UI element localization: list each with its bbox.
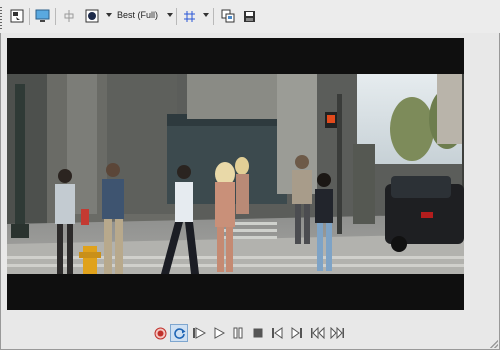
toolbar-grip[interactable]: [0, 7, 2, 31]
resize-grip[interactable]: [490, 340, 498, 348]
grid-overlay-button[interactable]: [181, 8, 197, 24]
overlay-channel-icon: [85, 9, 99, 23]
fast-forward-icon: [330, 327, 344, 339]
rewind-button[interactable]: [308, 324, 326, 342]
save-snapshot-button[interactable]: [241, 8, 257, 24]
previous-frame-icon: [272, 327, 283, 339]
record-icon: [154, 327, 166, 339]
toolbar-separator: [55, 8, 56, 25]
transport-controls: [0, 322, 500, 344]
split-screen-button[interactable]: [61, 8, 77, 24]
video-frame-image: [7, 74, 464, 274]
split-screen-icon: [64, 10, 74, 22]
preview-quality-select[interactable]: Best (Full): [117, 10, 158, 20]
toolbar-separator: [176, 8, 177, 25]
preview-toolbar: Best (Full): [0, 0, 500, 33]
previous-frame-button[interactable]: [268, 324, 286, 342]
record-button[interactable]: [151, 324, 169, 342]
external-monitor-icon: [35, 9, 49, 22]
fast-forward-button[interactable]: [328, 324, 346, 342]
overlay-channel-button[interactable]: [84, 8, 100, 24]
play-button[interactable]: [210, 324, 228, 342]
stop-button[interactable]: [249, 324, 267, 342]
loop-button[interactable]: [170, 324, 188, 342]
grid-overlay-icon: [183, 10, 195, 22]
copy-snapshot-icon: [221, 9, 234, 22]
play-from-start-icon: [193, 327, 206, 339]
play-from-start-button[interactable]: [190, 324, 208, 342]
toolbar-separator: [213, 8, 214, 25]
chevron-down-icon[interactable]: [203, 13, 209, 17]
video-preview[interactable]: [7, 38, 464, 310]
properties-icon: [10, 9, 24, 23]
stop-icon: [253, 328, 263, 338]
next-frame-button[interactable]: [288, 324, 306, 342]
loop-icon: [173, 327, 185, 339]
next-frame-icon: [291, 327, 302, 339]
toolbar-separator: [29, 8, 30, 25]
pause-button[interactable]: [229, 324, 247, 342]
pause-icon: [233, 327, 243, 339]
external-monitor-button[interactable]: [34, 8, 50, 24]
copy-snapshot-button[interactable]: [220, 8, 236, 24]
play-icon: [214, 327, 225, 339]
properties-button[interactable]: [9, 8, 25, 24]
chevron-down-icon[interactable]: [167, 13, 173, 17]
save-snapshot-icon: [243, 10, 255, 22]
rewind-icon: [310, 327, 324, 339]
chevron-down-icon[interactable]: [106, 13, 112, 17]
